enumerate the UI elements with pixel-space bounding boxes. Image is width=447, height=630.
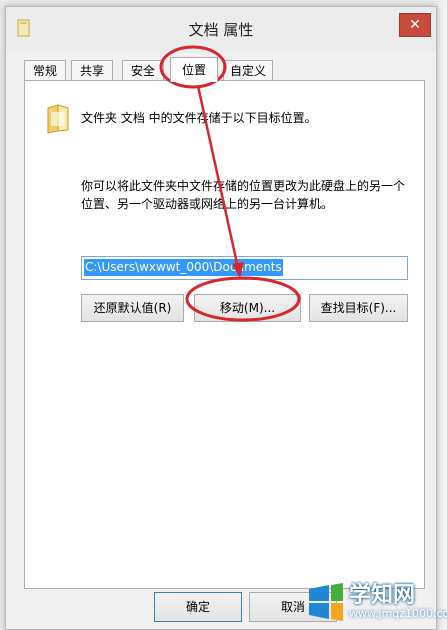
title-bar[interactable]: 文档 属性 ✕	[6, 7, 436, 53]
restore-default-button[interactable]: 还原默认值(R)	[81, 294, 184, 322]
location-panel: 文件夹 文档 中的文件存储于以下目标位置。 你可以将此文件夹中文件存储的位置更改…	[24, 80, 425, 589]
tab-security[interactable]: 安全	[122, 60, 164, 81]
watermark-brand: 学知网	[349, 583, 416, 608]
tab-customize[interactable]: 自定义	[223, 60, 273, 81]
ok-button[interactable]: 确定	[154, 592, 242, 622]
close-button[interactable]: ✕	[399, 13, 431, 37]
tab-location[interactable]: 位置	[170, 57, 218, 82]
location-path-input[interactable]: C:\Users\wxwwt_000\Documents	[81, 256, 408, 280]
watermark-url: www.jmqz1000.com	[349, 607, 447, 620]
tab-general[interactable]: 常规	[24, 60, 66, 81]
path-selected-text: C:\Users\wxwwt_000\Documents	[84, 259, 283, 276]
folder-icon	[47, 104, 69, 134]
location-intro-text: 文件夹 文档 中的文件存储于以下目标位置。	[81, 111, 317, 125]
dialog-title: 文档 属性	[188, 21, 254, 39]
find-target-button[interactable]: 查找目标(F)...	[309, 294, 408, 322]
location-description: 你可以将此文件夹中文件存储的位置更改为此硬盘上的另一个位置、另一个驱动器或网络上…	[81, 179, 406, 211]
watermark: 学知网 www.jmqz1000.com	[303, 577, 447, 627]
move-button[interactable]: 移动(M)...	[194, 294, 301, 322]
properties-dialog: 文档 属性 ✕ 常规 共享 安全 位置 自定义 文件夹 文档 中的文件存储于以下…	[5, 6, 437, 630]
tab-sharing[interactable]: 共享	[71, 60, 113, 81]
watermark-logo-icon	[309, 583, 343, 621]
